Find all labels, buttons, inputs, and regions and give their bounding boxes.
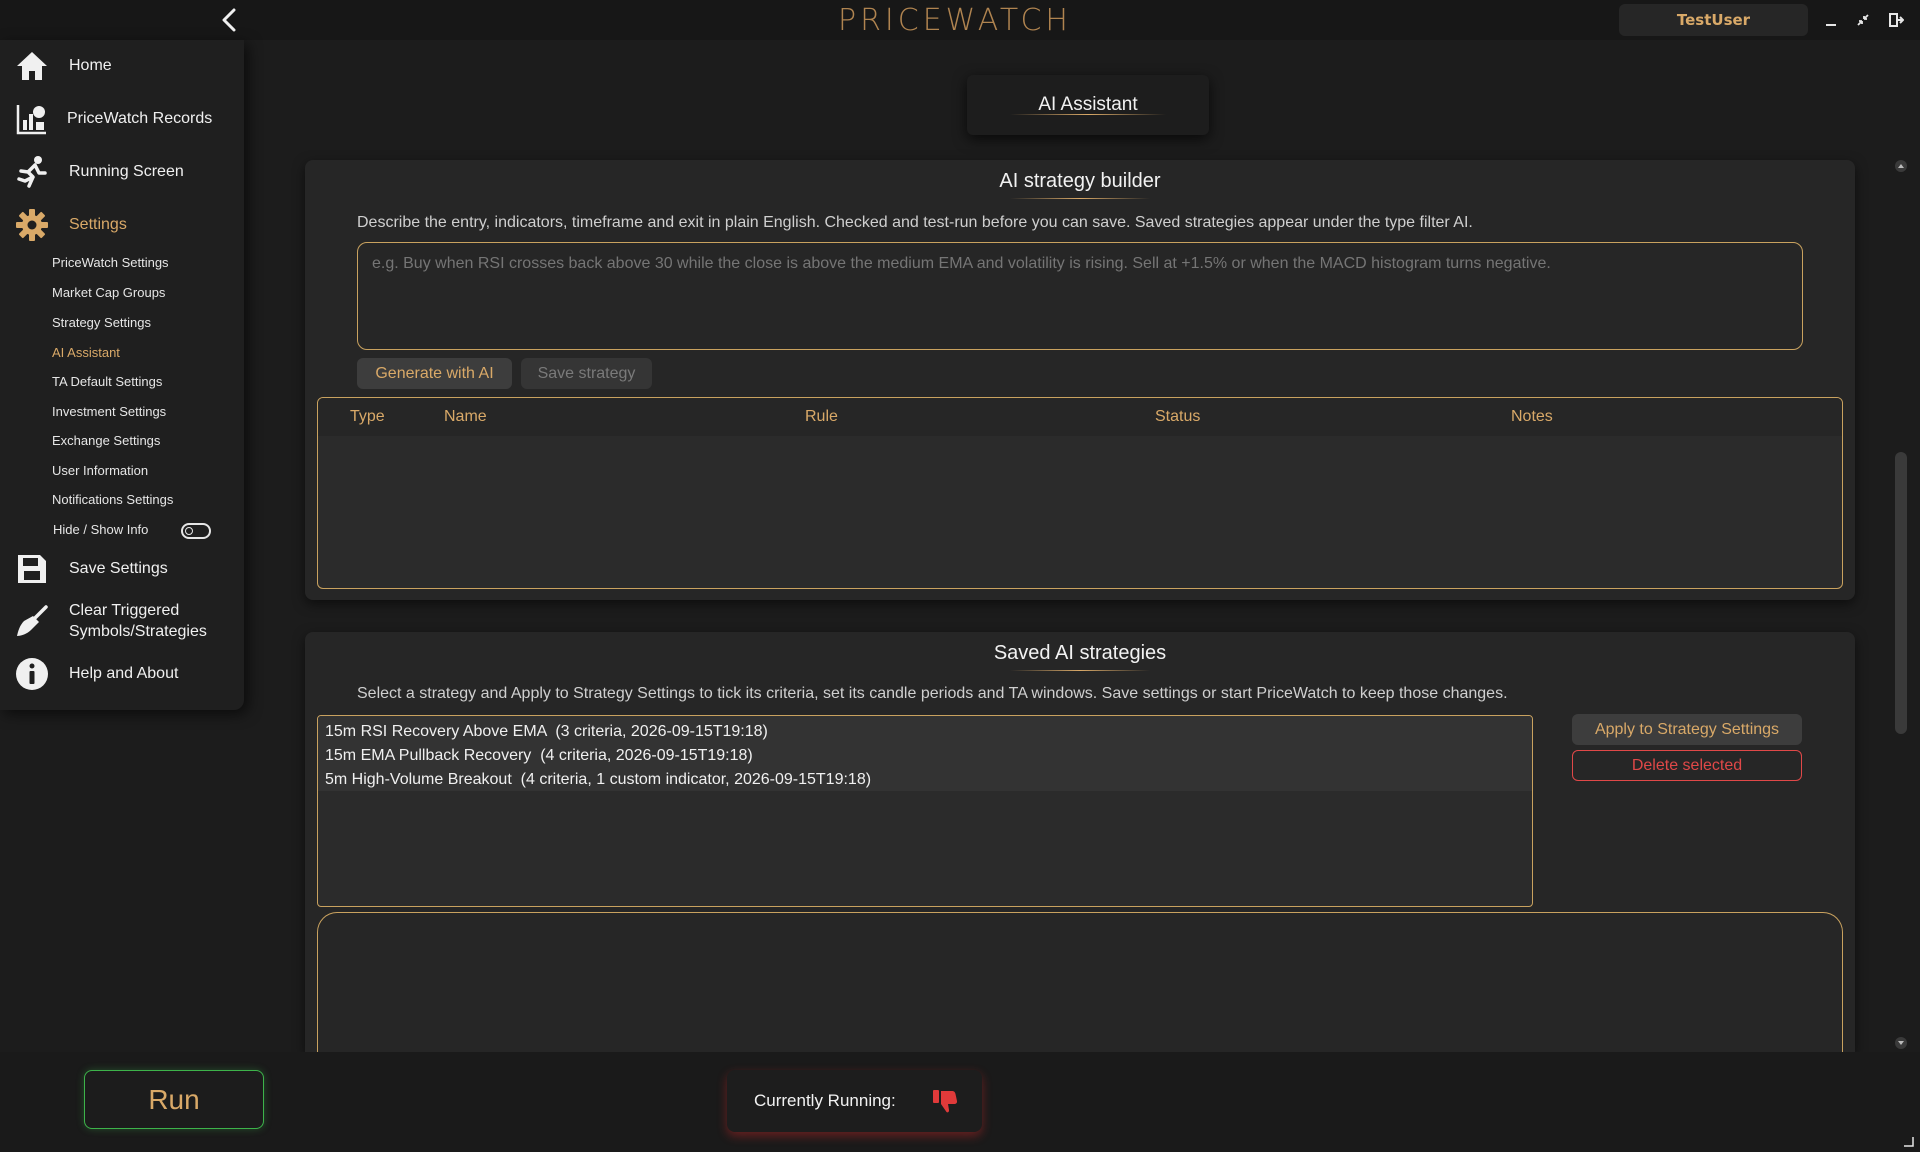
- sidebar-item-clear-triggered[interactable]: Clear Triggered Symbols/Strategies: [0, 595, 244, 647]
- sidebar-item-save-settings[interactable]: Save Settings: [0, 545, 244, 593]
- user-badge[interactable]: TestUser: [1619, 4, 1808, 36]
- strategy-prompt-input[interactable]: [357, 242, 1803, 350]
- ai-strategy-builder-panel: AI strategy builder Describe the entry, …: [305, 160, 1855, 600]
- resize-grip-icon[interactable]: [1898, 1132, 1918, 1150]
- list-item[interactable]: 5m High-Volume Breakout (4 criteria, 1 c…: [325, 771, 871, 789]
- title-bar: PRICEWATCH TestUser: [0, 0, 1920, 40]
- delete-selected-button[interactable]: Delete selected: [1572, 750, 1802, 781]
- sub-item-strategy-settings[interactable]: Strategy Settings: [52, 315, 151, 330]
- label-line-2: Symbols/Strategies: [69, 623, 207, 640]
- strategy-detail-box: [317, 912, 1843, 1052]
- sidebar-item-settings[interactable]: Settings: [0, 201, 244, 249]
- list-item[interactable]: 15m EMA Pullback Recovery (4 criteria, 2…: [325, 747, 753, 765]
- sidebar-item-label: Clear Triggered Symbols/Strategies: [69, 600, 207, 642]
- sub-item-notifications-settings[interactable]: Notifications Settings: [52, 492, 173, 507]
- home-icon: [14, 48, 50, 84]
- sidebar-item-records[interactable]: PriceWatch Records: [0, 95, 244, 143]
- sub-item-pricewatch-settings[interactable]: PriceWatch Settings: [52, 255, 169, 270]
- sub-item-hide-show-info: Hide / Show Info: [53, 522, 149, 537]
- sidebar-item-home[interactable]: Home: [0, 42, 244, 90]
- sub-item-investment-settings[interactable]: Investment Settings: [52, 404, 166, 419]
- thumbs-down-icon: [932, 1088, 958, 1114]
- sidebar-item-label: Settings: [69, 216, 127, 233]
- exit-icon[interactable]: [1884, 8, 1908, 32]
- sidebar-item-label: PriceWatch Records: [67, 110, 213, 127]
- strategy-table: Type Name Rule Status Notes: [317, 397, 1843, 589]
- label-line-1: Clear Triggered: [69, 602, 180, 619]
- title-underline: [1010, 114, 1166, 115]
- scrollbar-thumb[interactable]: [1895, 452, 1907, 734]
- save-icon: [14, 551, 50, 587]
- sidebar-item-running-screen[interactable]: Running Screen: [0, 148, 244, 196]
- generate-with-ai-button[interactable]: Generate with AI: [357, 358, 512, 389]
- sidebar-item-label: Running Screen: [69, 163, 184, 180]
- builder-title: AI strategy builder: [999, 170, 1161, 192]
- sidebar-item-help-about[interactable]: Help and About: [0, 650, 244, 698]
- minimize-icon[interactable]: [1819, 8, 1843, 32]
- info-icon: [14, 656, 50, 692]
- saved-description: Select a strategy and Apply to Strategy …: [357, 685, 1508, 702]
- records-icon: [14, 101, 50, 137]
- saved-title-underline: [1010, 670, 1150, 671]
- currently-running-status: Currently Running:: [727, 1070, 982, 1132]
- builder-title-underline: [1010, 198, 1150, 199]
- column-header-name[interactable]: Name: [444, 408, 487, 426]
- sidebar-item-label: Home: [69, 57, 112, 74]
- builder-description: Describe the entry, indicators, timefram…: [357, 214, 1473, 231]
- scroll-up-arrow[interactable]: [1895, 160, 1907, 172]
- sub-item-exchange-settings[interactable]: Exchange Settings: [52, 433, 160, 448]
- sidebar-item-label: Save Settings: [69, 560, 168, 577]
- gear-icon: [14, 207, 50, 243]
- running-icon: [14, 154, 50, 190]
- restore-icon[interactable]: [1851, 8, 1875, 32]
- run-button[interactable]: Run: [84, 1070, 264, 1129]
- sub-item-ta-default-settings[interactable]: TA Default Settings: [52, 374, 162, 389]
- hide-show-info-toggle[interactable]: [181, 523, 211, 539]
- save-strategy-button[interactable]: Save strategy: [521, 358, 652, 389]
- column-header-notes[interactable]: Notes: [1511, 408, 1553, 426]
- toggle-knob: [185, 527, 193, 535]
- sidebar-item-label: Help and About: [69, 665, 179, 682]
- scroll-down-arrow[interactable]: [1895, 1037, 1907, 1049]
- apply-to-strategy-settings-button[interactable]: Apply to Strategy Settings: [1572, 714, 1802, 745]
- sub-item-ai-assistant[interactable]: AI Assistant: [52, 345, 120, 360]
- sidebar: Home PriceWatch Records Running Screen S…: [0, 40, 244, 710]
- sub-item-market-cap-groups[interactable]: Market Cap Groups: [52, 285, 165, 300]
- saved-title: Saved AI strategies: [993, 642, 1167, 664]
- broom-icon: [14, 603, 50, 639]
- column-header-type[interactable]: Type: [350, 408, 385, 426]
- saved-strategies-list[interactable]: 15m RSI Recovery Above EMA (3 criteria, …: [317, 715, 1533, 907]
- sub-item-user-information[interactable]: User Information: [52, 463, 148, 478]
- table-header: Type Name Rule Status Notes: [318, 398, 1842, 436]
- list-item[interactable]: 15m RSI Recovery Above EMA (3 criteria, …: [325, 723, 768, 741]
- page-title: AI Assistant: [967, 75, 1209, 135]
- currently-running-label: Currently Running:: [754, 1091, 896, 1110]
- column-header-status[interactable]: Status: [1155, 408, 1200, 426]
- column-header-rule[interactable]: Rule: [805, 408, 838, 426]
- saved-ai-strategies-panel: Saved AI strategies Select a strategy an…: [305, 632, 1855, 1052]
